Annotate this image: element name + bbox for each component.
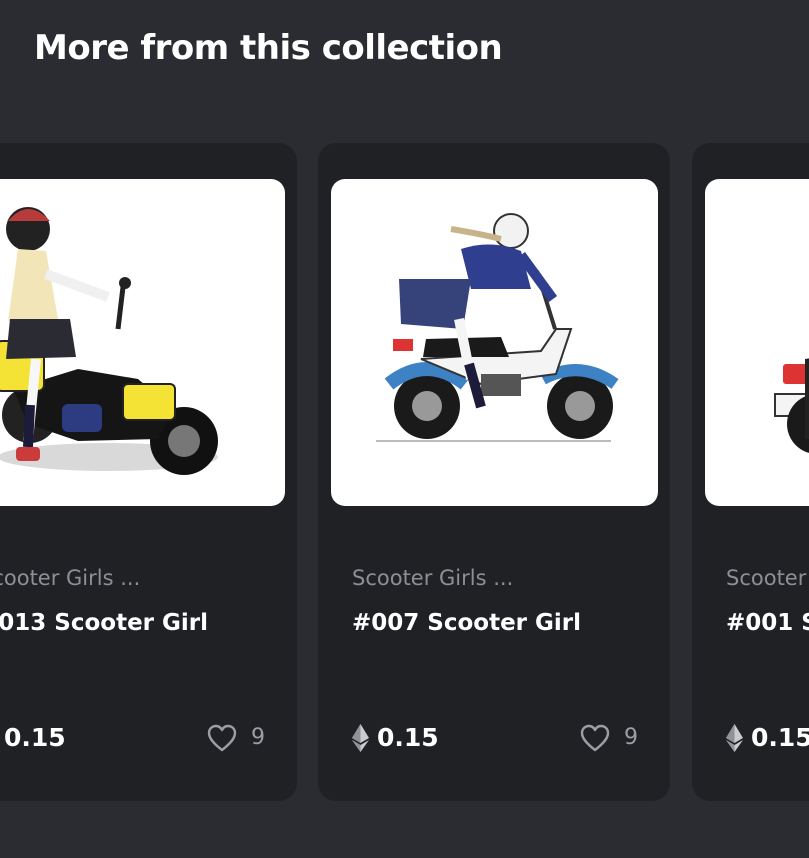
price-value: 0.15 [4, 723, 66, 752]
like-count: 9 [251, 725, 265, 750]
collection-name[interactable]: Scooter Girls ... [726, 565, 809, 591]
heart-icon [580, 724, 610, 752]
price-value: 0.15 [377, 723, 439, 752]
collection-name[interactable]: Scooter Girls ... [352, 565, 513, 591]
nft-title[interactable]: #007 Scooter Girl [352, 608, 581, 638]
like-button[interactable]: 9 [207, 721, 265, 755]
nft-card[interactable]: Scooter Girls ... #013 Scooter Girl 0.15… [0, 143, 297, 801]
section-title: More from this collection [34, 28, 503, 68]
nft-image[interactable] [331, 179, 658, 506]
ethereum-icon [726, 724, 743, 752]
collection-name[interactable]: Scooter Girls ... [0, 565, 140, 591]
nft-card[interactable]: Scooter Girls ... #007 Scooter Girl 0.15… [318, 143, 670, 801]
price: 0.15 [726, 721, 809, 755]
scooter-girl-illustration [376, 213, 619, 442]
ethereum-icon [352, 724, 369, 752]
heart-icon [207, 724, 237, 752]
price-value: 0.15 [751, 723, 809, 752]
collection-carousel[interactable]: Scooter Girls ... #013 Scooter Girl 0.15… [0, 143, 809, 803]
like-button[interactable]: 9 [580, 721, 638, 755]
nft-image[interactable] [705, 179, 809, 506]
collection-page: More from this collection ooter Girls ..… [0, 0, 809, 858]
nft-card[interactable]: Scooter Girls ... #001 Scooter Girl 0.15… [692, 143, 809, 801]
nft-title[interactable]: #013 Scooter Girl [0, 608, 208, 638]
scooter-girl-illustration [774, 358, 809, 453]
price: 0.15 [352, 721, 439, 755]
scooter-girl-illustration [0, 207, 218, 475]
nft-image[interactable] [0, 179, 285, 506]
like-count: 9 [624, 725, 638, 750]
nft-title[interactable]: #001 Scooter Girl [726, 608, 809, 638]
price: 0.15 [0, 721, 66, 755]
